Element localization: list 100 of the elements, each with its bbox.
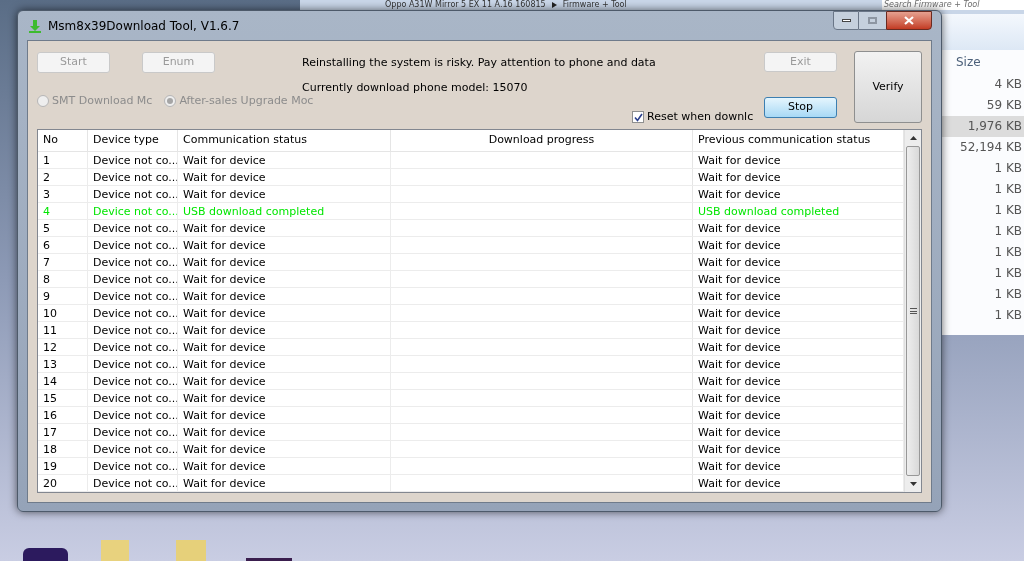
grip-icon	[909, 308, 917, 314]
file-size: 1 KB	[993, 244, 1023, 261]
table-cell: Device not co...	[88, 152, 178, 168]
maximize-button[interactable]	[859, 11, 886, 30]
table-cell: 18	[38, 441, 88, 457]
close-button[interactable]	[886, 11, 932, 30]
scrollbar-thumb[interactable]	[906, 146, 920, 476]
minimize-icon	[841, 19, 851, 22]
file-size: 1 KB	[993, 160, 1023, 177]
table-cell: Device not co...	[88, 169, 178, 185]
table-cell: Wait for device	[178, 237, 391, 253]
table-cell: Wait for device	[178, 458, 391, 474]
column-header[interactable]: Communication status	[178, 130, 391, 151]
file-size: 1 KB	[993, 307, 1023, 324]
table-cell: Device not co...	[88, 373, 178, 389]
table-cell: 4	[38, 203, 88, 219]
table-cell: Wait for device	[178, 220, 391, 236]
file-size: 1 KB	[993, 286, 1023, 303]
table-cell: 11	[38, 322, 88, 338]
table-cell: 19	[38, 458, 88, 474]
table-cell: Device not co...	[88, 407, 178, 423]
table-cell: Wait for device	[178, 169, 391, 185]
table-cell: 1	[38, 152, 88, 168]
file-size: 1 KB	[993, 181, 1023, 198]
file-size: 1 KB	[993, 202, 1023, 219]
verify-button[interactable]: Verify	[854, 51, 922, 123]
window-title: Msm8x39Download Tool, V1.6.7	[48, 17, 240, 35]
table-cell: Device not co...	[88, 271, 178, 287]
table-cell: USB download completed	[178, 203, 391, 219]
table-cell: Wait for device	[178, 441, 391, 457]
warning-text: Reinstalling the system is risky. Pay attention to phone and data	[302, 55, 656, 71]
table-cell: 2	[38, 169, 88, 185]
table-cell: Device not co...	[88, 356, 178, 372]
table-cell: Wait for device	[178, 152, 391, 168]
column-header[interactable]: Device type	[88, 130, 178, 151]
file-size: 1 KB	[993, 223, 1023, 240]
checkbox-label: Reset when downlc	[647, 109, 754, 125]
table-cell: 3	[38, 186, 88, 202]
table-cell: Device not co...	[88, 305, 178, 321]
table-cell: 14	[38, 373, 88, 389]
table-cell: 6	[38, 237, 88, 253]
table-cell: Wait for device	[178, 322, 391, 338]
app-icon	[23, 548, 68, 561]
stop-button[interactable]: Stop	[764, 97, 837, 118]
folder-icon	[176, 540, 206, 561]
table-cell: Wait for device	[178, 356, 391, 372]
table-cell: Wait for device	[178, 424, 391, 440]
file-size: 4 KB	[993, 76, 1023, 93]
table-cell: Device not co...	[88, 254, 178, 270]
table-cell: 20	[38, 475, 88, 491]
table-cell: Device not co...	[88, 458, 178, 474]
scrollbar[interactable]	[904, 130, 921, 492]
column-header[interactable]: No	[38, 130, 88, 151]
scroll-up-icon	[909, 136, 917, 140]
table-cell: Wait for device	[178, 305, 391, 321]
table-cell: Wait for device	[178, 339, 391, 355]
radio-label: After-sales Upgrade Moc	[179, 93, 314, 109]
close-icon	[904, 16, 914, 25]
table-cell: Wait for device	[178, 373, 391, 389]
breadcrumb-item[interactable]: Firmware + Tool	[562, 0, 627, 10]
table-cell: Wait for device	[178, 186, 391, 202]
folder-icon	[101, 540, 129, 561]
table-cell: Device not co...	[88, 237, 178, 253]
table-cell: 15	[38, 390, 88, 406]
table-cell: Device not co...	[88, 186, 178, 202]
table-cell: 13	[38, 356, 88, 372]
table-cell: Device not co...	[88, 390, 178, 406]
table-cell: 12	[38, 339, 88, 355]
radio-label: SMT Download Mc	[52, 93, 153, 109]
radio-button[interactable]	[37, 95, 49, 108]
table-cell: Device not co...	[88, 203, 178, 219]
download-arrow-icon	[28, 18, 42, 33]
maximize-icon	[868, 17, 877, 24]
table-cell: Wait for device	[178, 475, 391, 491]
checkbox[interactable]	[632, 111, 644, 124]
column-header[interactable]: Download progress	[391, 130, 693, 151]
app-icon	[246, 558, 292, 561]
table-cell: Wait for device	[178, 288, 391, 304]
chevron-right-icon	[551, 2, 557, 8]
table-cell: 17	[38, 424, 88, 440]
scroll-down-icon	[909, 482, 917, 486]
table-cell: Device not co...	[88, 220, 178, 236]
table-cell: Device not co...	[88, 322, 178, 338]
table-cell: 5	[38, 220, 88, 236]
breadcrumb-item[interactable]: Oppo A31W Mirror 5 EX 11 A.16 160815	[385, 0, 546, 10]
file-size: 59 KB	[985, 97, 1023, 114]
file-size: 1 KB	[993, 265, 1023, 282]
table-cell: Wait for device	[178, 390, 391, 406]
table-cell: 16	[38, 407, 88, 423]
table-cell: Wait for device	[178, 407, 391, 423]
table-cell: Wait for device	[178, 254, 391, 270]
table-cell: 9	[38, 288, 88, 304]
radio-button[interactable]	[164, 95, 177, 108]
search-field[interactable]: Search Firmware + Tool	[882, 0, 1024, 10]
table-cell: Wait for device	[178, 271, 391, 287]
table-cell: Device not co...	[88, 339, 178, 355]
column-header: Size	[956, 54, 981, 71]
minimize-button[interactable]	[833, 11, 859, 30]
table-cell: 7	[38, 254, 88, 270]
table-cell: 10	[38, 305, 88, 321]
